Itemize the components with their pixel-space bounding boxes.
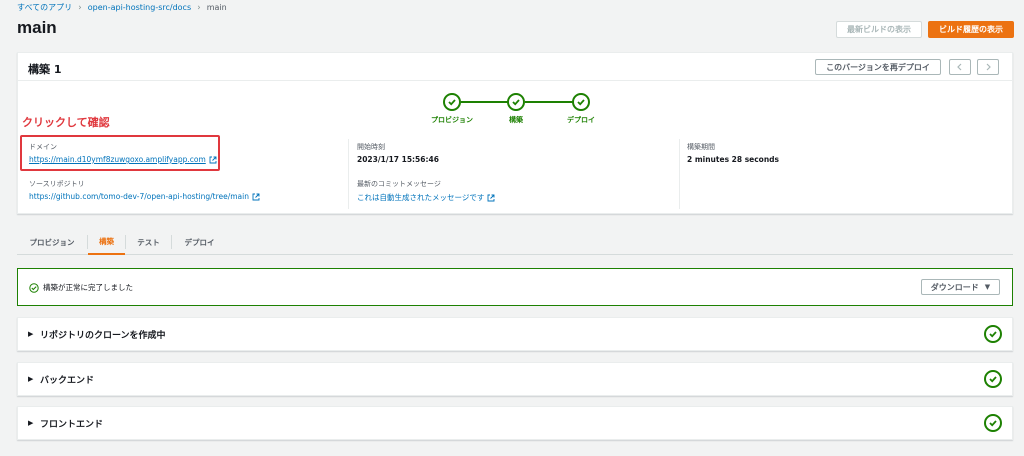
commit-message-link[interactable]: これは自動生成されたメッセージです bbox=[357, 192, 495, 203]
source-repo-link-text: https://github.com/tomo-dev-7/open-api-h… bbox=[29, 192, 249, 201]
step-label-deploy: デプロイ bbox=[567, 116, 595, 124]
breadcrumb: すべてのアプリ › open-api-hosting-src/docs › ma… bbox=[17, 2, 227, 13]
start-time-value: 2023/1/17 15:56:46 bbox=[357, 155, 439, 164]
success-check-icon bbox=[984, 325, 1002, 343]
section-title: フロントエンド bbox=[40, 420, 104, 430]
breadcrumb-current: main bbox=[206, 3, 227, 12]
chevron-right-icon bbox=[986, 63, 991, 71]
build-panel-header: 構築 1 このバージョンを再デプロイ bbox=[18, 53, 1012, 81]
section-backend[interactable]: ▶ バックエンド bbox=[17, 362, 1013, 396]
external-link-icon bbox=[252, 193, 260, 200]
build-success-message: 構築が正常に完了しました bbox=[43, 283, 133, 292]
success-check-icon bbox=[29, 283, 39, 293]
annotation-click-to-confirm: クリックして確認 bbox=[22, 116, 110, 129]
step-success-icon bbox=[507, 93, 525, 111]
step-label-provision: プロビジョン bbox=[431, 116, 473, 124]
download-button[interactable]: ダウンロード ▼ bbox=[921, 279, 1000, 295]
section-frontend[interactable]: ▶ フロントエンド bbox=[17, 406, 1013, 440]
commit-message-text: これは自動生成されたメッセージです bbox=[357, 193, 485, 202]
caret-right-icon: ▶ bbox=[28, 330, 34, 338]
caret-down-icon: ▼ bbox=[984, 283, 991, 291]
source-repo-link[interactable]: https://github.com/tomo-dev-7/open-api-h… bbox=[29, 192, 260, 201]
step-label-build: 構築 bbox=[509, 116, 523, 124]
build-duration-label: 構築期間 bbox=[687, 143, 715, 151]
tab-test[interactable]: テスト bbox=[126, 229, 171, 255]
success-check-icon bbox=[984, 370, 1002, 388]
chevron-right-icon: › bbox=[197, 2, 201, 13]
build-success-alert: 構築が正常に完了しました ダウンロード ▼ bbox=[17, 268, 1013, 306]
source-repo-label: ソースリポジトリ bbox=[29, 180, 85, 188]
external-link-icon bbox=[487, 194, 495, 201]
section-clone-repository[interactable]: ▶ リポジトリのクローンを作成中 bbox=[17, 317, 1013, 351]
tab-build[interactable]: 構築 bbox=[88, 229, 125, 255]
redeploy-button[interactable]: このバージョンを再デプロイ bbox=[815, 59, 941, 75]
build-title: 構築 1 bbox=[28, 63, 62, 76]
column-divider bbox=[679, 139, 680, 209]
start-time-label: 開始時刻 bbox=[357, 143, 385, 151]
chevron-right-icon: › bbox=[78, 2, 82, 13]
caret-right-icon: ▶ bbox=[28, 375, 34, 383]
success-check-icon bbox=[984, 414, 1002, 432]
build-phase-tabs: プロビジョン 構築 テスト デプロイ bbox=[17, 229, 1013, 255]
commit-message-label: 最新のコミットメッセージ bbox=[357, 180, 441, 188]
next-build-button[interactable] bbox=[977, 59, 999, 75]
download-button-label: ダウンロード bbox=[930, 282, 979, 292]
caret-right-icon: ▶ bbox=[28, 419, 34, 427]
step-success-icon bbox=[443, 93, 461, 111]
section-title: バックエンド bbox=[40, 376, 95, 386]
view-build-history-button[interactable]: ビルド履歴の表示 bbox=[928, 21, 1014, 38]
breadcrumb-all-apps[interactable]: すべてのアプリ bbox=[17, 2, 72, 13]
step-success-icon bbox=[572, 93, 590, 111]
previous-build-button[interactable] bbox=[949, 59, 971, 75]
build-panel: 構築 1 このバージョンを再デプロイ プロビジョン 構築 デプロイ ドメイン h… bbox=[17, 52, 1013, 214]
page-title: main bbox=[17, 18, 57, 37]
tab-deploy[interactable]: デプロイ bbox=[172, 229, 227, 255]
view-latest-build-button[interactable]: 最新ビルドの表示 bbox=[836, 21, 922, 38]
annotation-highlight-box bbox=[20, 135, 220, 171]
section-title: リポジトリのクローンを作成中 bbox=[40, 331, 166, 341]
breadcrumb-app[interactable]: open-api-hosting-src/docs bbox=[88, 3, 191, 12]
column-divider bbox=[348, 139, 349, 209]
build-duration-value: 2 minutes 28 seconds bbox=[687, 155, 780, 164]
chevron-left-icon bbox=[957, 63, 962, 71]
tab-provision[interactable]: プロビジョン bbox=[17, 229, 87, 255]
